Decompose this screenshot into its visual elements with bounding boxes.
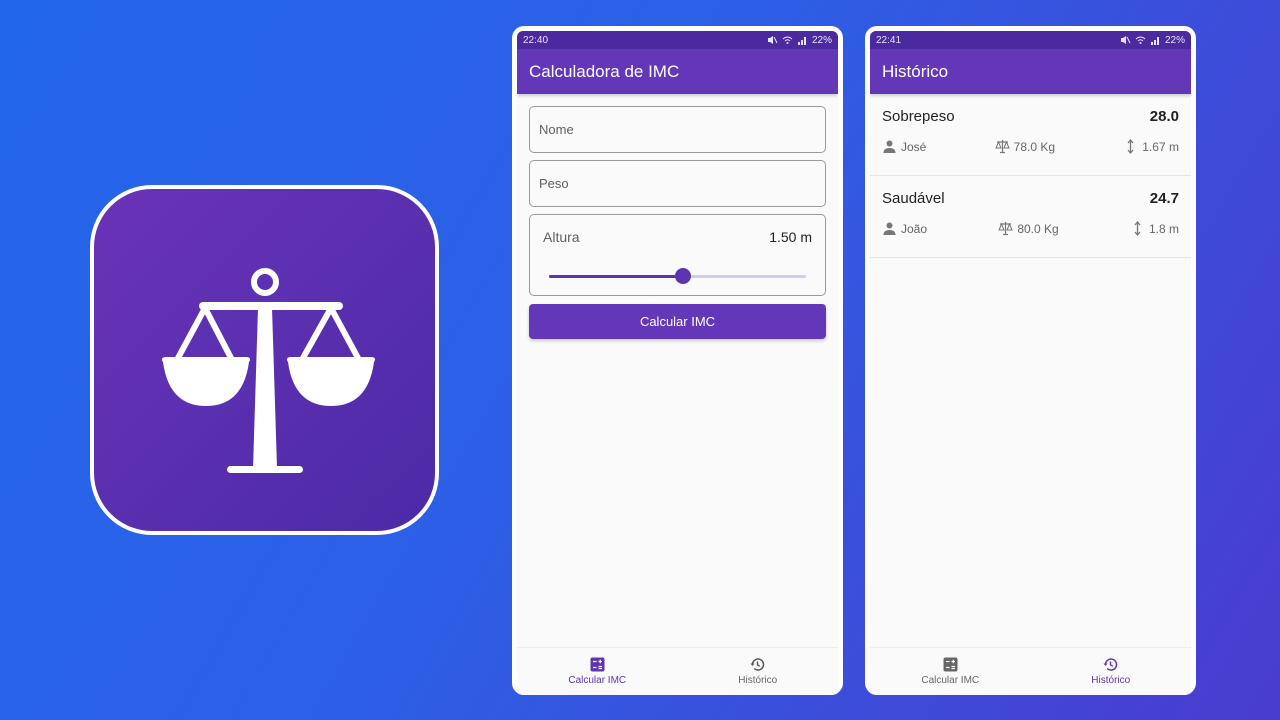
bottom-nav: Calcular IMC Histórico — [517, 647, 838, 695]
slider-thumb[interactable] — [674, 268, 691, 284]
slider-header: Altura 1.50 m — [543, 229, 812, 245]
nav-calculate[interactable]: Calcular IMC — [517, 648, 678, 695]
list-item-details: João 80.0 Kg 1.8 m — [882, 221, 1179, 236]
height-arrows-icon — [1134, 221, 1141, 236]
signal-icon — [1150, 37, 1159, 45]
person-meta: João — [882, 221, 927, 236]
list-item-header: Saudável 24.7 — [882, 190, 1179, 207]
signal-icon — [797, 37, 806, 45]
calculator-screen: 22:40 22% Calculadora de IMC Altura 1.50… — [517, 31, 838, 695]
height-slider-card: Altura 1.50 m — [529, 214, 826, 296]
phone-calculator: 22:40 22% Calculadora de IMC Altura 1.50… — [512, 26, 843, 695]
wifi-icon — [1135, 36, 1146, 44]
status-icons: 22% — [767, 35, 832, 46]
height-meta: 1.8 m — [1130, 221, 1179, 236]
status-battery: 22% — [1164, 34, 1185, 46]
weight-field-container — [529, 160, 826, 207]
weight-meta: 78.0 Kg — [994, 139, 1056, 154]
person-icon — [883, 222, 896, 235]
height-arrows-icon — [1127, 139, 1134, 154]
height-label: Altura — [543, 229, 580, 245]
name-input[interactable] — [539, 122, 816, 137]
calculate-button[interactable]: Calcular IMC — [529, 304, 826, 339]
app-bar: Histórico — [870, 49, 1191, 94]
mute-icon — [767, 36, 778, 44]
balance-scale-icon — [161, 268, 375, 473]
weight-meta: 80.0 Kg — [998, 221, 1059, 236]
history-icon — [1103, 658, 1118, 671]
scale-icon — [998, 222, 1014, 236]
list-item[interactable]: Sobrepeso 28.0 José 78.0 Kg 1.67 m — [870, 94, 1191, 176]
history-icon — [750, 658, 765, 671]
nav-calculate-label: Calcular IMC — [921, 675, 980, 686]
bmi-category: Saudável — [882, 190, 945, 207]
weight-value: 78.0 Kg — [1013, 139, 1056, 154]
person-name: João — [901, 221, 928, 236]
height-value: 1.50 m — [769, 229, 812, 245]
wifi-icon — [782, 36, 793, 44]
bmi-category: Sobrepeso — [882, 108, 955, 125]
scale-icon — [994, 140, 1010, 154]
status-bar: 22:41 22% — [870, 31, 1191, 49]
name-field-container — [529, 106, 826, 153]
list-item[interactable]: Saudável 24.7 João 80.0 Kg 1.8 m — [870, 176, 1191, 258]
nav-history-label: Histórico — [738, 675, 778, 686]
history-screen: 22:41 22% Histórico Sobrepeso 28.0 José … — [870, 31, 1191, 695]
nav-calculate-label: Calcular IMC — [568, 675, 627, 686]
calculator-icon — [943, 657, 958, 672]
calculator-icon — [590, 657, 605, 672]
person-icon — [883, 140, 896, 153]
history-list: Sobrepeso 28.0 José 78.0 Kg 1.67 m Saudá… — [870, 94, 1191, 647]
height-value: 1.67 m — [1142, 139, 1179, 154]
nav-history[interactable]: Histórico — [678, 648, 839, 695]
height-meta: 1.67 m — [1123, 139, 1179, 154]
list-item-details: José 78.0 Kg 1.67 m — [882, 139, 1179, 154]
nav-history-label: Histórico — [1091, 675, 1131, 686]
bottom-nav: Calcular IMC Histórico — [870, 647, 1191, 695]
person-meta: José — [882, 139, 926, 154]
status-battery: 22% — [811, 34, 832, 46]
app-icon — [90, 185, 439, 535]
weight-input[interactable] — [539, 176, 816, 191]
status-time: 22:41 — [876, 34, 902, 46]
phone-history: 22:41 22% Histórico Sobrepeso 28.0 José … — [865, 26, 1196, 695]
nav-history[interactable]: Histórico — [1031, 648, 1192, 695]
nav-calculate[interactable]: Calcular IMC — [870, 648, 1031, 695]
slider-fill — [549, 275, 683, 278]
page-title: Histórico — [882, 61, 949, 81]
status-bar: 22:40 22% — [517, 31, 838, 49]
form-content: Altura 1.50 m Calcular IMC — [517, 94, 838, 647]
bmi-value: 28.0 — [1149, 108, 1179, 125]
page-title: Calculadora de IMC — [529, 61, 680, 81]
mute-icon — [1120, 36, 1131, 44]
app-bar: Calculadora de IMC — [517, 49, 838, 94]
height-value: 1.8 m — [1148, 221, 1179, 236]
list-item-header: Sobrepeso 28.0 — [882, 108, 1179, 125]
weight-value: 80.0 Kg — [1017, 221, 1059, 236]
bmi-value: 24.7 — [1149, 190, 1179, 207]
status-time: 22:40 — [523, 34, 549, 46]
status-icons: 22% — [1120, 35, 1185, 46]
person-name: José — [901, 139, 927, 154]
height-slider[interactable] — [549, 268, 806, 284]
